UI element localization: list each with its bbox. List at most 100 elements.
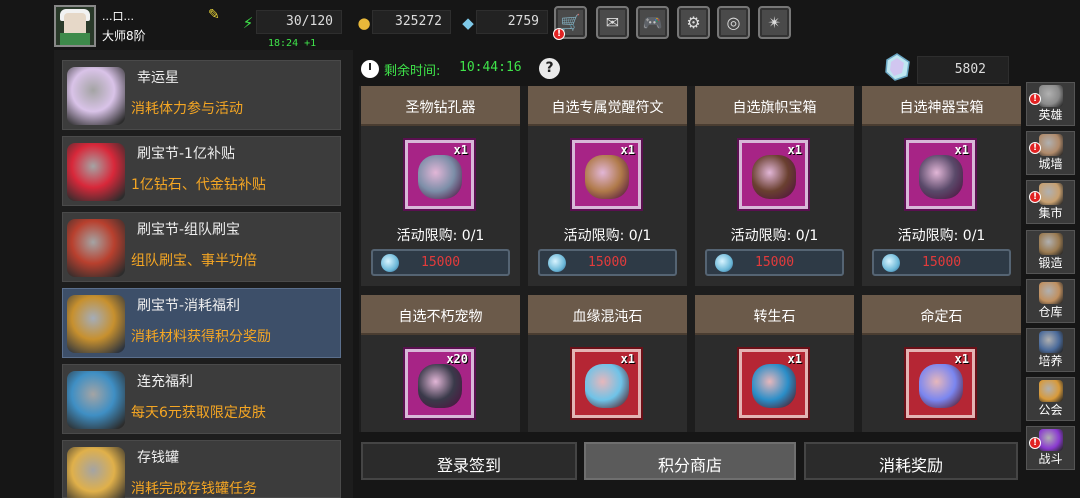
notification-badge: ! [1029, 93, 1041, 105]
tab-consumption-reward[interactable]: 消耗奖励 [804, 442, 1018, 480]
shop-item-card[interactable]: 血缘混沌石 x1 [528, 295, 687, 432]
event-description: 1亿钻石、代金钻补贴 [131, 177, 266, 193]
chalice-icon [1039, 331, 1063, 353]
event-item[interactable]: 刷宝节-1亿补贴 1亿钻石、代金钻补贴 [62, 136, 341, 206]
shop-item-slot[interactable]: x1 [405, 140, 474, 209]
shop-item-card[interactable]: 命定石 x1 [862, 295, 1021, 432]
notification-badge: ! [1029, 437, 1041, 449]
gamepad-button[interactable]: 🎮 [636, 6, 669, 39]
event-description: 消耗体力参与活动 [131, 101, 243, 117]
fireworks-icon: ✴ [767, 13, 782, 32]
stamina-regen-timer: 18:24 +1 [268, 38, 317, 49]
shop-item-slot[interactable]: x1 [739, 349, 808, 418]
event-title: 幸运星 [137, 70, 179, 86]
shop-item-title: 命定石 [920, 309, 963, 325]
nav-label: 战斗 [1038, 452, 1063, 466]
guild-emblem-icon [1039, 380, 1063, 402]
shop-item-card[interactable]: 自选神器宝箱 x1 活动限购: 0/1 15000 [862, 86, 1021, 286]
shop-item-slot[interactable]: x1 [906, 349, 975, 418]
buy-button[interactable]: 15000 [872, 249, 1011, 276]
event-screen: ...口... 大师8阶 ✎ ⚡ 30/120 18:24 +1 ● 32527… [0, 0, 1080, 498]
gold-coin-icon: ● [357, 14, 371, 32]
anvil-icon [1039, 233, 1063, 255]
shop-item-header: 自选不朽宠物 [361, 295, 520, 335]
event-item[interactable]: 刷宝节-消耗福利 消耗材料获得积分奖励 [62, 288, 341, 358]
shop-item-title: 自选神器宝箱 [899, 100, 984, 116]
color-wheel-icon: ◎ [726, 13, 741, 32]
event-title: 连充福利 [137, 374, 193, 390]
player-name: ...口... [102, 10, 134, 23]
notification-badge: ! [553, 28, 565, 40]
nav-guild-emblem[interactable]: 公会 [1026, 377, 1075, 421]
nav-hero-helmet[interactable]: 英雄! [1026, 82, 1075, 126]
nav-warehouse[interactable]: 仓库 [1026, 279, 1075, 323]
buy-button[interactable]: 15000 [371, 249, 510, 276]
settings-gear-button[interactable]: ⚙ [677, 6, 710, 39]
top-bar: ...口... 大师8阶 ✎ ⚡ 30/120 18:24 +1 ● 32527… [0, 0, 1080, 50]
shop-item-card[interactable]: 圣物钻孔器 x1 活动限购: 0/1 15000 [361, 86, 520, 286]
piggy-bank-icon [67, 447, 125, 498]
tab-label: 消耗奖励 [878, 456, 943, 475]
castle-wall-icon [1039, 134, 1063, 156]
tab-login-checkin[interactable]: 登录签到 [361, 442, 577, 480]
nav-label: 英雄 [1038, 108, 1063, 122]
shop-cart-button[interactable]: 🛒! [553, 6, 587, 40]
nav-anvil[interactable]: 锻造 [1026, 230, 1075, 274]
event-description: 组队刷宝、事半功倍 [131, 253, 257, 269]
shop-item-slot[interactable]: x20 [405, 349, 474, 418]
diamond-icon: ◆ [462, 14, 474, 32]
item-quantity: x1 [787, 352, 802, 366]
shop-item-card[interactable]: 自选不朽宠物 x20 [361, 295, 520, 432]
shop-item-card[interactable]: 自选专属觉醒符文 x1 活动限购: 0/1 15000 [528, 86, 687, 286]
diamond-display[interactable]: ◆ 2759 [462, 10, 548, 34]
help-icon[interactable]: ? [539, 58, 560, 79]
shop-item-header: 自选旗帜宝箱 [695, 86, 854, 126]
item-price: 15000 [755, 255, 795, 270]
shop-item-card[interactable]: 自选旗帜宝箱 x1 活动限购: 0/1 15000 [695, 86, 854, 286]
shop-item-slot[interactable]: x1 [906, 140, 975, 209]
item-price: 15000 [922, 255, 962, 270]
item-price: 15000 [588, 255, 628, 270]
nav-chalice[interactable]: 培养 [1026, 328, 1075, 372]
event-item[interactable]: 幸运星消耗体力参与活动 [62, 60, 341, 130]
chaos-stone-icon [585, 364, 629, 408]
gold-display[interactable]: ● 325272 [357, 10, 451, 34]
shop-item-slot[interactable]: x1 [572, 140, 641, 209]
event-item[interactable]: 存钱罐 消耗完成存钱罐任务 [62, 440, 341, 498]
buy-button[interactable]: 15000 [705, 249, 844, 276]
tab-label: 积分商店 [657, 456, 722, 475]
nav-label: 城墙 [1038, 157, 1063, 171]
crystal-gem-icon [548, 254, 566, 272]
player-avatar[interactable] [54, 5, 96, 47]
shop-item-card[interactable]: 转生石 x1 [695, 295, 854, 432]
event-item[interactable]: 刷宝节-组队刷宝 组队刷宝、事半功倍 [62, 212, 341, 282]
stamina-display[interactable]: ⚡ 30/120 [243, 10, 342, 34]
event-list[interactable]: 幸运星消耗体力参与活动刷宝节-1亿补贴 1亿钻石、代金钻补贴 刷宝节-组队刷宝 组队刷… [54, 50, 353, 498]
color-wheel-button[interactable]: ◎ [717, 6, 750, 39]
nav-castle-wall[interactable]: 城墙! [1026, 131, 1075, 175]
shop-item-title: 转生石 [753, 309, 796, 325]
shop-item-title: 自选专属觉醒符文 [551, 100, 664, 116]
event-item[interactable]: 连充福利 每天6元获取限定皮肤 [62, 364, 341, 434]
shop-item-slot[interactable]: x1 [572, 349, 641, 418]
shop-item-header: 血缘混沌石 [528, 295, 687, 335]
buy-button[interactable]: 15000 [538, 249, 677, 276]
shop-item-header: 圣物钻孔器 [361, 86, 520, 126]
battle-portal-icon [1039, 429, 1063, 451]
mail-button[interactable]: ✉ [596, 6, 629, 39]
item-quantity: x20 [446, 352, 468, 366]
stamina-lightning-icon: ⚡ [242, 14, 254, 32]
shop-item-slot[interactable]: x1 [739, 140, 808, 209]
purchase-limit: 活动限购: 0/1 [396, 228, 485, 244]
nav-battle-portal[interactable]: 战斗! [1026, 426, 1075, 470]
edit-name-icon[interactable]: ✎ [208, 8, 222, 22]
ice-crystal-icon [67, 371, 125, 429]
item-quantity: x1 [954, 352, 969, 366]
nav-market[interactable]: 集市! [1026, 180, 1075, 224]
nav-label: 公会 [1038, 403, 1063, 417]
clock-icon [361, 60, 379, 78]
nav-label: 培养 [1038, 354, 1063, 368]
tab-points-shop[interactable]: 积分商店 [584, 442, 796, 480]
fireworks-button[interactable]: ✴ [758, 6, 791, 39]
notification-badge: ! [1029, 191, 1041, 203]
